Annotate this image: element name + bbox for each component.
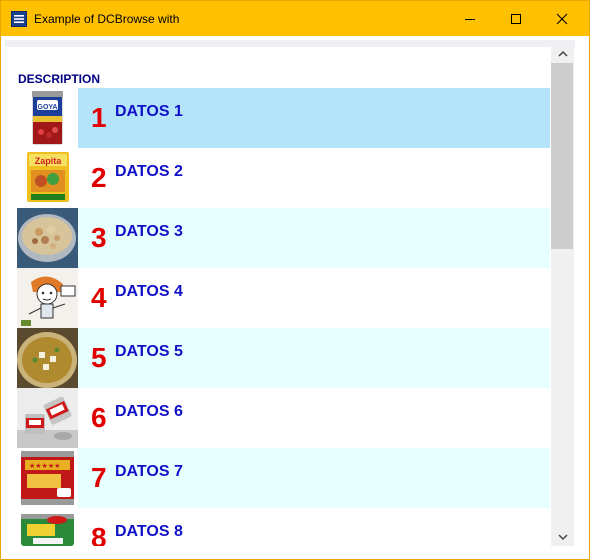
scroll-down-button[interactable] [551, 528, 574, 546]
cartoon-image [17, 268, 78, 328]
row-label: DATOS 2 [115, 163, 183, 180]
close-icon [556, 13, 568, 24]
row-number: 4 [91, 282, 107, 313]
close-button[interactable] [539, 1, 585, 36]
browse-row-3[interactable]: 3 DATOS 3 [17, 208, 550, 268]
scrollbar-thumb[interactable] [551, 63, 573, 249]
soup-bowl-image [17, 328, 78, 388]
row-label: DATOS 7 [115, 463, 183, 480]
browse-row-1[interactable]: GOYA 1 DATOS 1 [17, 88, 550, 148]
chevron-up-icon [557, 50, 568, 57]
svg-text:Zapita: Zapita [35, 156, 62, 166]
browse-row-5[interactable]: 5 DATOS 5 [17, 328, 550, 388]
client-area: DESCRIPTION GOYA 1 DATOS 1 Zapita 2 DATO… [1, 36, 589, 559]
data-browse[interactable]: DESCRIPTION GOYA 1 DATOS 1 Zapita 2 DATO… [17, 72, 550, 546]
svg-text:★★★★★: ★★★★★ [29, 462, 60, 470]
minimize-button[interactable] [447, 1, 493, 36]
row-number: 3 [91, 222, 107, 253]
row-label: DATOS 3 [115, 223, 183, 240]
row-number: 6 [91, 402, 107, 433]
goya-can-image: GOYA [17, 88, 78, 148]
row-label: DATOS 4 [115, 283, 183, 300]
app-window: Example of DCBrowse with DESCRIPTION GOY… [0, 0, 590, 560]
sazon-packet-image: Zapita [17, 148, 78, 208]
row-label: DATOS 1 [115, 103, 183, 120]
row-number: 7 [91, 462, 107, 493]
chevron-down-icon [557, 534, 568, 541]
tin-cans-image [17, 388, 78, 448]
scroll-up-button[interactable] [551, 45, 574, 63]
browse-row-6[interactable]: 6 DATOS 6 [17, 388, 550, 448]
row-label: DATOS 6 [115, 403, 183, 420]
row-label: DATOS 8 [115, 523, 183, 540]
browse-row-7[interactable]: ★★★★★ 7 DATOS 7 [17, 448, 550, 508]
minimize-icon [465, 18, 475, 20]
browse-row-8[interactable]: 8 DATOS 8 [17, 508, 550, 546]
top-strip [5, 40, 575, 47]
row-number: 1 [91, 102, 107, 133]
salad-bowl-image [17, 208, 78, 268]
row-number: 5 [91, 342, 107, 373]
maximize-button[interactable] [493, 1, 539, 36]
red-can-image: ★★★★★ [17, 448, 78, 508]
column-header-description[interactable]: DESCRIPTION [18, 72, 100, 86]
title-bar[interactable]: Example of DCBrowse with [1, 1, 589, 36]
window-title: Example of DCBrowse with [34, 12, 180, 26]
corn-can-image [17, 508, 78, 546]
maximize-icon [511, 13, 521, 24]
row-number: 8 [91, 522, 107, 546]
browse-row-4[interactable]: 4 DATOS 4 [17, 268, 550, 328]
svg-text:GOYA: GOYA [38, 104, 58, 111]
app-icon [11, 11, 27, 27]
row-number: 2 [91, 162, 107, 193]
browse-row-2[interactable]: Zapita 2 DATOS 2 [17, 148, 550, 208]
row-label: DATOS 5 [115, 343, 183, 360]
